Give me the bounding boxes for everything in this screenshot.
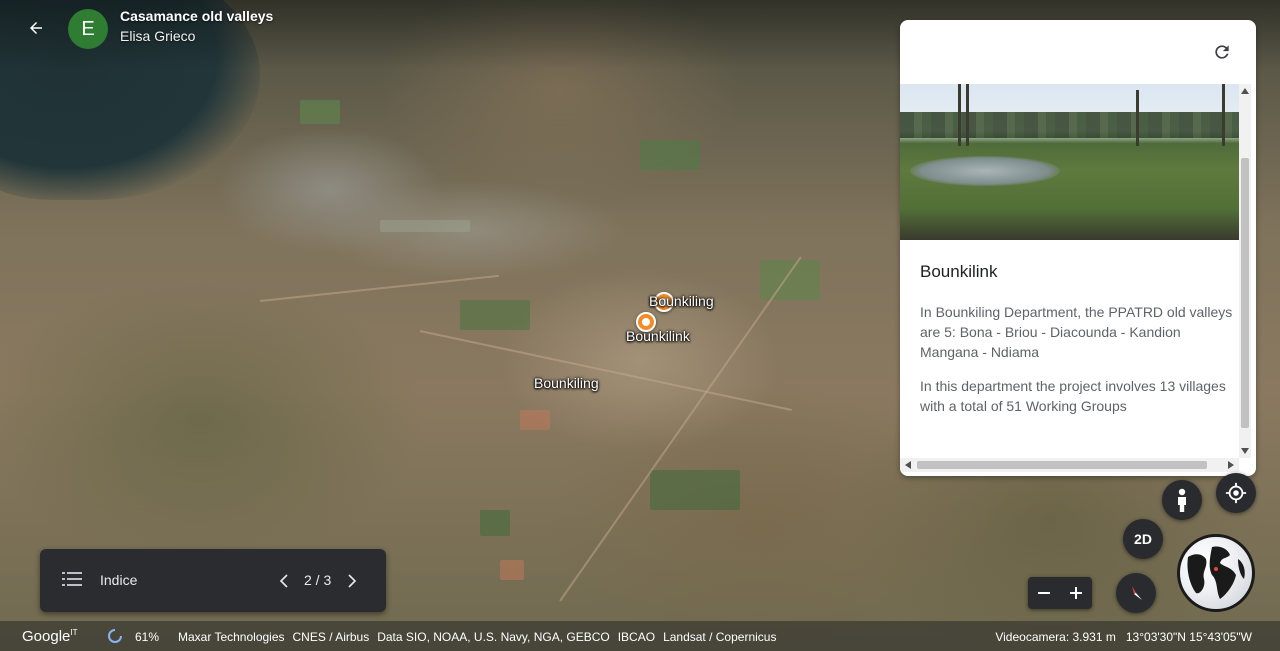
globe-minimap[interactable]: [1177, 534, 1255, 612]
zoom-controls: [1028, 577, 1092, 609]
next-slide-button[interactable]: [344, 569, 360, 593]
map-field: [640, 140, 700, 170]
data-attributions[interactable]: Maxar Technologies CNES / Airbus Data SI…: [178, 630, 776, 644]
map-label[interactable]: Bounkilink: [626, 328, 690, 344]
photo-palm: [1136, 90, 1139, 146]
slide-counter: 2 / 3: [304, 572, 332, 588]
compass-icon: [1132, 586, 1142, 600]
map-road: [259, 274, 499, 302]
photo-palm: [1222, 84, 1225, 146]
attribution-item: IBCAO: [617, 630, 656, 644]
map-label[interactable]: Bounkiling: [649, 293, 714, 309]
loading-percentage: 61%: [135, 630, 160, 644]
view-mode-toggle[interactable]: 2D: [1123, 519, 1163, 559]
chevron-right-icon: [348, 574, 357, 588]
my-location-button[interactable]: [1216, 473, 1256, 513]
card-paragraph: In Bounkiling Department, the PPATRD old…: [920, 304, 1233, 360]
photo-palm: [966, 84, 969, 146]
refresh-button[interactable]: [1210, 40, 1234, 64]
globe-icon: [1187, 546, 1245, 599]
map-field: [460, 300, 530, 330]
project-author: Elisa Grieco: [120, 28, 196, 44]
map-road: [419, 330, 792, 411]
my-location-icon: [1225, 482, 1247, 504]
minus-icon: [1038, 592, 1050, 594]
info-card: Bounkilink In Bounkiling Department, the…: [900, 20, 1256, 476]
map-field: [500, 560, 524, 580]
scroll-left-arrow[interactable]: [905, 461, 911, 469]
list-icon[interactable]: [62, 571, 82, 587]
attribution-item: Landsat / Copernicus: [663, 630, 777, 644]
map-field: [650, 470, 740, 510]
refresh-icon: [1215, 45, 1229, 59]
slide-navigator: Indice 2 / 3: [40, 549, 386, 612]
horizontal-scrollbar[interactable]: [900, 458, 1239, 472]
attribution-item: Data SIO, NOAA, U.S. Navy, NGA, GEBCO: [377, 630, 610, 644]
previous-slide-button[interactable]: [276, 569, 292, 593]
street-view-button[interactable]: [1162, 480, 1202, 520]
map-field: [380, 220, 470, 232]
scroll-thumb[interactable]: [1241, 158, 1249, 428]
project-title: Casamance old valleys: [120, 8, 274, 24]
camera-info: Videocamera: 3.931 m 13°03'30"N 15°43'05…: [995, 630, 1252, 644]
loading-icon: [108, 629, 122, 643]
attribution-item: Maxar Technologies: [178, 630, 285, 644]
camera-altitude: Videocamera: 3.931 m: [995, 630, 1116, 644]
map-label[interactable]: Bounkiling: [534, 375, 599, 391]
zoom-out-button[interactable]: [1028, 577, 1060, 609]
avatar[interactable]: E: [68, 9, 108, 49]
photo-trees: [900, 112, 1239, 138]
camera-coordinates: 13°03'30"N 15°43'05"W: [1125, 630, 1252, 644]
plus-icon: [1070, 587, 1082, 599]
google-logo-text: Google: [22, 628, 71, 645]
vertical-scrollbar[interactable]: [1239, 84, 1251, 458]
map-field: [300, 100, 340, 124]
compass-button[interactable]: [1116, 573, 1156, 613]
card-photo: [900, 84, 1239, 240]
card-title: Bounkilink: [920, 262, 998, 281]
photo-pond: [910, 156, 1060, 186]
scroll-up-arrow[interactable]: [1241, 88, 1249, 94]
photo-palm: [958, 84, 961, 146]
scroll-right-arrow[interactable]: [1228, 461, 1234, 469]
map-field: [480, 510, 510, 536]
attribution-item: CNES / Airbus: [292, 630, 370, 644]
card-content[interactable]: Bounkilink In Bounkiling Department, the…: [900, 84, 1239, 474]
pegman-icon: [1178, 488, 1186, 512]
chevron-left-icon: [279, 574, 288, 588]
arrow-back-icon: [30, 22, 42, 34]
back-button[interactable]: [20, 12, 52, 44]
map-field: [520, 410, 550, 430]
scroll-down-arrow[interactable]: [1241, 448, 1249, 454]
zoom-in-button[interactable]: [1060, 577, 1092, 609]
navigator-label[interactable]: Indice: [100, 572, 137, 588]
card-paragraph: In this department the project involves …: [920, 378, 1226, 414]
map-field: [760, 260, 820, 300]
scroll-thumb[interactable]: [917, 461, 1207, 469]
attribution-bar: GoogleIT 61% Maxar Technologies CNES / A…: [0, 621, 1280, 651]
google-logo: GoogleIT: [22, 628, 77, 645]
google-logo-suffix: IT: [70, 628, 78, 637]
